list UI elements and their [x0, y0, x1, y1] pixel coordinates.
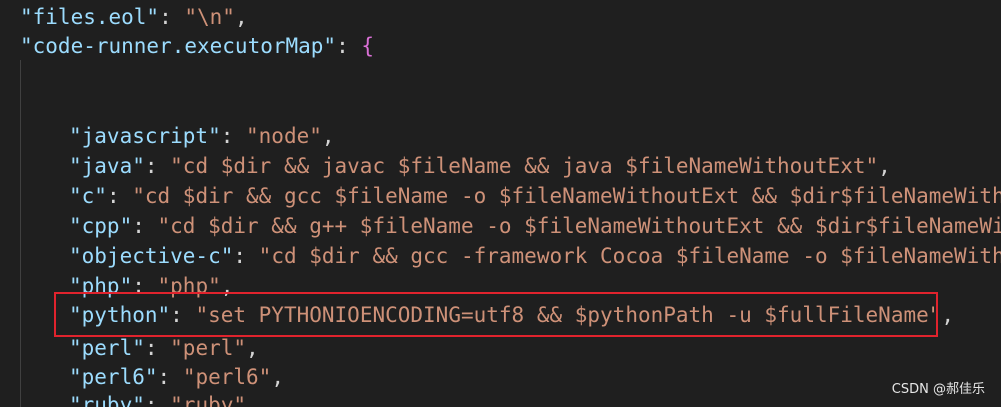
json-key: "perl"	[69, 336, 145, 360]
json-comma: ,	[321, 124, 335, 148]
json-comma: ,	[271, 365, 284, 389]
json-separator: :	[132, 274, 158, 298]
json-key: "php"	[69, 274, 133, 298]
code-line-php: "php": "php",	[69, 271, 233, 301]
json-separator: :	[233, 244, 259, 268]
code-line-java: "java": "cd $dir && javac $fileName && j…	[69, 151, 891, 181]
json-value: "cd $dir && javac $fileName && java $fil…	[170, 154, 879, 178]
json-separator: :	[144, 154, 171, 178]
json-separator: :	[220, 124, 247, 148]
json-value: "\n"	[184, 5, 235, 29]
json-separator: :	[106, 184, 133, 208]
json-value: "cd $dir && gcc $fileName -o $fileNameWi…	[132, 184, 1001, 208]
json-separator: :	[144, 336, 171, 360]
json-key: "python"	[69, 303, 171, 327]
json-key: "java"	[69, 154, 145, 178]
json-key: "javascript"	[69, 124, 221, 148]
json-comma: ,	[220, 274, 234, 298]
code-line-perl6: "perl6": "perl6",	[69, 362, 284, 392]
code-line-executor-map: "code-runner.executorMap": {	[20, 31, 374, 61]
json-value: "cd $dir && g++ $fileName -o $fileNameWi…	[157, 214, 1001, 238]
code-editor[interactable]: "files.eol": "\n", "code-runner.executor…	[0, 0, 1001, 407]
code-line-perl: "perl": "perl",	[69, 333, 259, 363]
code-line-cpp: "cpp": "cd $dir && g++ $fileName -o $fil…	[69, 211, 1001, 241]
json-comma: ,	[941, 303, 955, 327]
json-key: "perl6"	[69, 365, 158, 389]
json-value: "cd $dir && gcc -framework Cocoa $fileNa…	[258, 244, 1001, 268]
code-line-python: "python": "set PYTHONIOENCODING=utf8 && …	[69, 300, 954, 330]
json-key: "cpp"	[69, 214, 133, 238]
json-comma: ,	[878, 154, 891, 178]
code-line-ruby: "ruby": "ruby"	[69, 390, 246, 407]
code-line-c: "c": "cd $dir && gcc $fileName -o $fileN…	[69, 181, 1001, 211]
json-separator: :	[132, 214, 158, 238]
code-line-files-eol: "files.eol": "\n",	[20, 2, 248, 32]
indent-guide	[20, 60, 21, 407]
json-key: "ruby"	[69, 393, 145, 407]
json-value: "node"	[246, 124, 322, 148]
json-key: "c"	[69, 184, 107, 208]
json-separator: :	[170, 303, 196, 327]
json-value: "php"	[157, 274, 221, 298]
json-comma: ,	[234, 5, 248, 29]
json-value: "ruby"	[170, 393, 247, 407]
code-line-objective-c: "objective-c": "cd $dir && gcc -framewor…	[69, 241, 1001, 271]
json-separator: :	[336, 34, 362, 58]
json-open-brace: {	[361, 34, 375, 58]
json-separator: :	[157, 365, 183, 389]
json-key: "code-runner.executorMap"	[20, 34, 337, 58]
json-comma: ,	[246, 336, 259, 360]
code-line-javascript: "javascript": "node",	[69, 121, 335, 151]
json-value: "perl6"	[182, 365, 272, 389]
json-separator: :	[159, 5, 185, 29]
json-key: "files.eol"	[20, 5, 160, 29]
json-value: "perl"	[170, 336, 247, 360]
json-value: "set PYTHONIOENCODING=utf8 && $pythonPat…	[195, 303, 942, 327]
json-separator: :	[144, 393, 171, 407]
csdn-watermark: CSDN @郝佳乐	[891, 382, 985, 397]
json-key: "objective-c"	[69, 244, 234, 268]
